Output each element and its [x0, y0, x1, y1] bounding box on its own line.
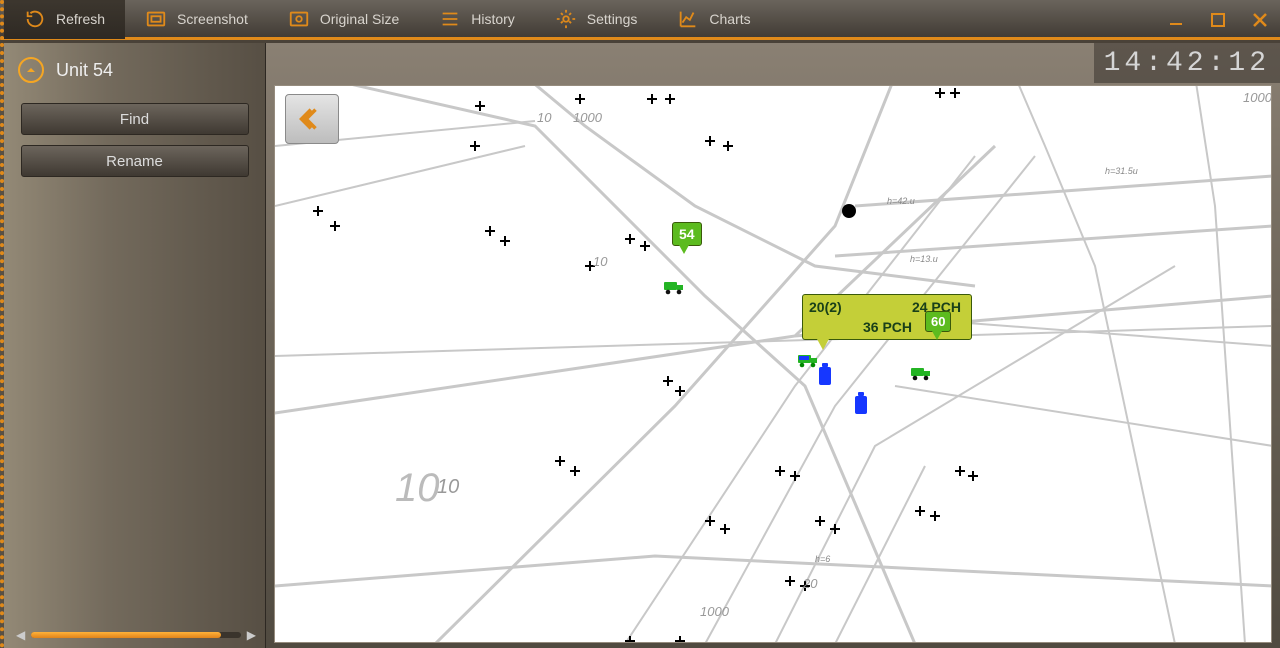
map-canvas[interactable]: 10 1000 10 1000 1000 10 10 20 h=31.5u h=… — [274, 85, 1272, 643]
map-back-button[interactable] — [285, 94, 339, 144]
refresh-icon — [24, 8, 46, 30]
marker-unit54-label: 54 — [679, 226, 695, 242]
map-label: 10 — [593, 254, 607, 269]
map-tick — [675, 386, 685, 396]
sidebar-pager: ◀ ▶ — [16, 628, 256, 642]
unit-header[interactable]: Unit 54 — [18, 57, 251, 83]
screenshot-button[interactable]: Screenshot — [125, 0, 268, 39]
truck-icon — [663, 279, 685, 295]
map-tick — [935, 88, 945, 98]
history-button[interactable]: History — [419, 0, 535, 39]
history-label: History — [471, 11, 515, 27]
map-tick — [665, 94, 675, 104]
map-tick — [830, 524, 840, 534]
chevron-left-icon — [298, 105, 326, 133]
rename-label: Rename — [106, 153, 163, 170]
map-tick — [723, 141, 733, 151]
phone-marker-icon — [855, 396, 867, 414]
original-size-label: Original Size — [320, 11, 399, 27]
map-tick — [950, 88, 960, 98]
maximize-button[interactable] — [1208, 10, 1228, 30]
find-label: Find — [120, 111, 149, 128]
screenshot-icon — [145, 8, 167, 30]
map-tick — [815, 516, 825, 526]
map-tick — [647, 94, 657, 104]
charts-label: Charts — [709, 11, 750, 27]
refresh-label: Refresh — [56, 11, 105, 27]
pager-right-icon[interactable]: ▶ — [247, 628, 256, 642]
settings-label: Settings — [587, 11, 638, 27]
close-button[interactable] — [1250, 10, 1270, 30]
map-tick — [968, 471, 978, 481]
original-size-button[interactable]: Original Size — [268, 0, 419, 39]
height-annot: h=13.u — [910, 254, 938, 264]
screenshot-label: Screenshot — [177, 11, 248, 27]
history-icon — [439, 8, 461, 30]
map-grid-label: 10 — [395, 466, 440, 511]
map-tick — [955, 466, 965, 476]
map-tick — [575, 94, 585, 104]
refresh-button[interactable]: Refresh — [4, 0, 125, 39]
gear-icon — [555, 8, 577, 30]
sidebar: Unit 54 Find Rename ◀ ▶ — [0, 43, 266, 648]
map-tick — [330, 221, 340, 231]
map-tick — [640, 241, 650, 251]
map-tick — [500, 236, 510, 246]
marker-60-label: 60 — [931, 314, 945, 329]
map-tick — [675, 636, 685, 643]
map-tick — [555, 456, 565, 466]
map-tick — [475, 101, 485, 111]
map-tick — [570, 466, 580, 476]
map-node-dot — [842, 204, 856, 218]
find-button[interactable]: Find — [21, 103, 249, 135]
map-tick — [930, 511, 940, 521]
map-tick — [775, 466, 785, 476]
collapse-icon — [18, 57, 44, 83]
map-tick — [485, 226, 495, 236]
unit-title: Unit 54 — [56, 60, 113, 81]
map-tick — [785, 576, 795, 586]
map-label: 1000 — [700, 604, 729, 619]
map-label: 10 — [437, 476, 459, 499]
map-tick — [625, 636, 635, 643]
map-tick — [470, 141, 480, 151]
map-tick — [720, 524, 730, 534]
map-label: 20 — [803, 576, 817, 591]
map-tick — [313, 206, 323, 216]
map-label: 1000 — [1243, 90, 1272, 105]
map-tick — [663, 376, 673, 386]
map-tick — [705, 136, 715, 146]
height-annot: h=6 — [815, 554, 830, 564]
minimize-button[interactable] — [1166, 10, 1186, 30]
map-tick — [625, 234, 635, 244]
pager-left-icon[interactable]: ◀ — [16, 628, 25, 642]
settings-button[interactable]: Settings — [535, 0, 658, 39]
map-tick — [705, 516, 715, 526]
marker-unit54[interactable]: 54 — [672, 222, 702, 246]
map-label: 1000 — [573, 110, 602, 125]
phone-marker-icon — [819, 367, 831, 385]
map-tick — [790, 471, 800, 481]
cluster-20: 20(2) — [809, 299, 842, 315]
clock-display: 14:42:12 — [1094, 43, 1280, 83]
height-annot: h=31.5u — [1105, 166, 1138, 176]
rename-button[interactable]: Rename — [21, 145, 249, 177]
marker-60[interactable]: 60 — [925, 311, 951, 332]
main-area: 14:42:12 — [266, 43, 1280, 648]
pager-track[interactable] — [31, 632, 241, 638]
charts-button[interactable]: Charts — [657, 0, 770, 39]
originalsize-icon — [288, 8, 310, 30]
truck-icon — [910, 365, 932, 381]
map-tick — [915, 506, 925, 516]
cluster-36pch: 36 PCH — [863, 319, 912, 335]
chart-icon — [677, 8, 699, 30]
map-label: 10 — [537, 110, 551, 125]
height-annot: h=42.u — [887, 196, 915, 206]
toolbar: Refresh Screenshot Original Size History… — [0, 0, 1280, 40]
truck-icon — [797, 352, 819, 368]
window-controls — [1166, 0, 1270, 40]
